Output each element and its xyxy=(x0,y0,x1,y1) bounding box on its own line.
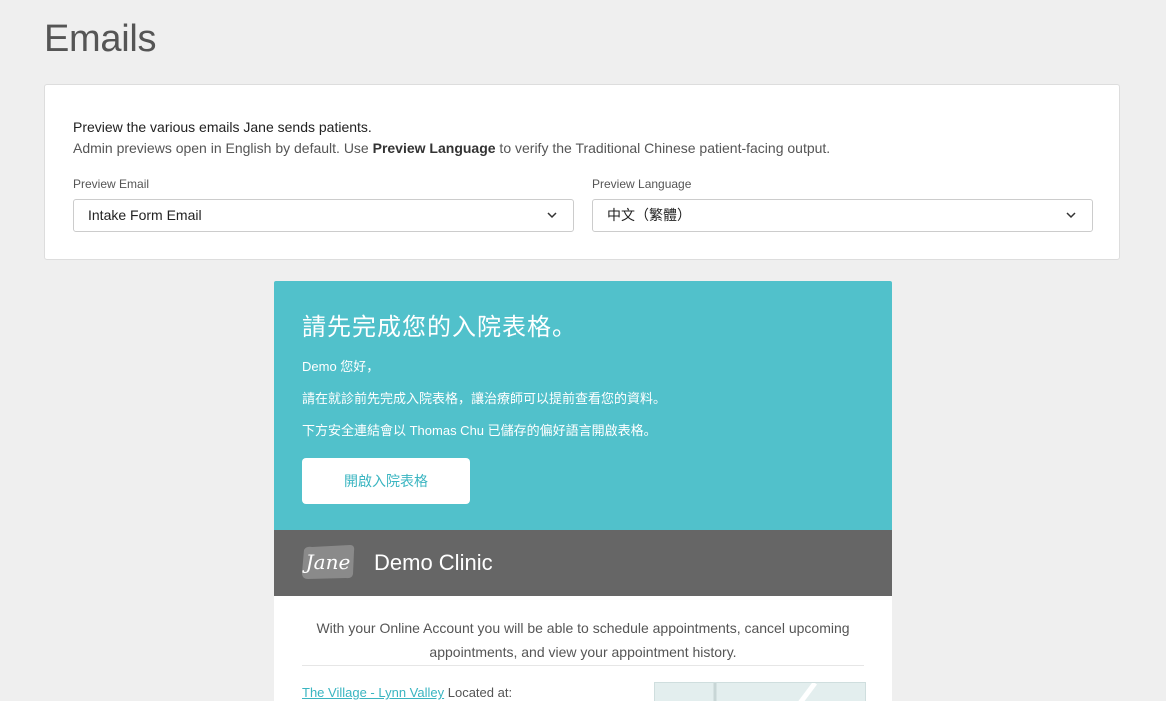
email-body: With your Online Account you will be abl… xyxy=(274,596,892,701)
intro-line-1: Preview the various emails Jane sends pa… xyxy=(73,119,372,135)
divider xyxy=(302,665,864,666)
preview-settings-card: Preview the various emails Jane sends pa… xyxy=(44,84,1120,260)
email-paragraph-2: 下方安全連結會以 Thomas Chu 已儲存的偏好語言開啟表格。 xyxy=(302,423,657,438)
location-suffix: Located at: xyxy=(444,685,513,700)
email-paragraph-1: 請在就診前先完成入院表格，讓治療師可以提前查看您的資料。 xyxy=(302,391,667,406)
page-title: Emails xyxy=(44,18,157,60)
map-thumbnail[interactable] xyxy=(654,681,866,701)
map-roads xyxy=(713,681,817,701)
email-heading: 請先完成您的入院表格。 xyxy=(302,314,577,341)
chevron-down-icon xyxy=(1066,212,1076,219)
email-brand-bar: Jane Demo Clinic xyxy=(274,530,892,596)
email-greeting: Demo 您好， xyxy=(302,359,380,374)
email-hero: 請先完成您的入院表格。 Demo 您好， 請在就診前先完成入院表格，讓治療師可以… xyxy=(274,281,892,530)
location-line: The Village - Lynn Valley Located at: xyxy=(302,685,512,700)
intro-line-2-end: to verify the Traditional Chinese patien… xyxy=(495,140,831,156)
clinic-name: Demo Clinic xyxy=(374,550,493,575)
intro-line-2: Admin previews open in English by defaul… xyxy=(73,138,830,159)
intro-text: Preview the various emails Jane sends pa… xyxy=(73,117,830,159)
location-link[interactable]: The Village - Lynn Valley xyxy=(302,685,444,700)
preview-language-value: 中文（繁體） xyxy=(607,207,691,223)
open-intake-form-button[interactable]: 開啟入院表格 xyxy=(302,458,470,504)
email-preview: 請先完成您的入院表格。 Demo 您好， 請在就診前先完成入院表格，讓治療師可以… xyxy=(274,281,892,701)
preview-email-label: Preview Email xyxy=(73,177,150,191)
preview-language-select[interactable]: 中文（繁體） xyxy=(592,199,1093,232)
preview-email-value: Intake Form Email xyxy=(88,207,202,223)
jane-logo-icon: Jane xyxy=(302,545,355,579)
chevron-down-icon xyxy=(547,212,557,219)
intro-line-2-emphasis: Preview Language xyxy=(372,140,496,156)
intro-line-2-start: Admin previews open in English by defaul… xyxy=(73,140,373,156)
preview-email-select[interactable]: Intake Form Email xyxy=(73,199,574,232)
online-account-text: With your Online Account you will be abl… xyxy=(316,620,850,660)
preview-language-label: Preview Language xyxy=(592,177,692,191)
jane-logo-text: Jane xyxy=(302,550,351,574)
